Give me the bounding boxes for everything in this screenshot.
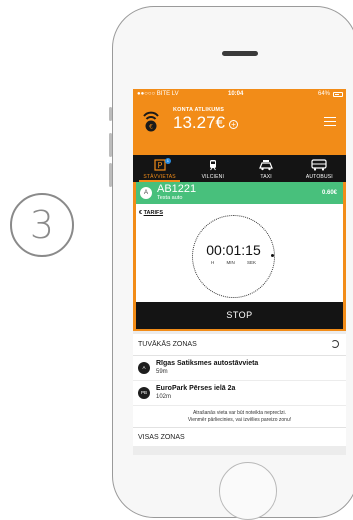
home-button[interactable] <box>219 462 277 520</box>
volume-down-button <box>109 163 112 187</box>
note-line-2: Vienmēr pārliecinies, vai izvēlies parei… <box>187 417 292 423</box>
refresh-icon[interactable] <box>331 340 339 348</box>
clock: 10:04 <box>228 91 244 97</box>
menu-icon[interactable] <box>324 117 336 126</box>
dial-progress-dot <box>271 254 274 257</box>
app-header: ●●○○○ BITE LV 10:04 64% € KONTA ATLIKUMS… <box>133 89 346 155</box>
tab-taxi[interactable]: TAXI <box>240 155 293 182</box>
transport-tabs: P 1 STĀVVIETAS VILCIENI TAXI AUTOBUSI <box>133 155 346 182</box>
nearby-zones-title: TUVĀKĀS ZONAS <box>138 341 197 348</box>
tab-trains-label: VILCIENI <box>201 174 225 180</box>
nearby-zones-header: TUVĀKĀS ZONAS <box>133 334 346 356</box>
battery-icon <box>333 92 343 97</box>
svg-text:€: € <box>149 124 153 131</box>
taxi-icon <box>259 160 274 171</box>
zone-icon: PB <box>138 387 150 399</box>
step-number-circle: 3 <box>10 193 74 257</box>
battery-percent: 64% <box>317 91 330 97</box>
add-funds-icon[interactable]: + <box>229 120 238 129</box>
bus-icon <box>311 159 327 171</box>
zone-distance: 59m <box>156 369 168 375</box>
account-balance: 13.27€ <box>173 113 225 132</box>
mute-switch <box>109 107 112 121</box>
note-line-1: Atrašanās vieta var būt noteikta neprecī… <box>192 410 287 416</box>
unit-seconds: SEK <box>246 260 256 265</box>
active-parking-header[interactable]: A AB1221 Testa auto 0.60€ <box>136 182 343 204</box>
active-parking-card: A AB1221 Testa auto 0.60€ € TARIFS 00:01… <box>133 182 346 331</box>
carrier-label: ●●○○○ BITE LV <box>137 91 179 97</box>
location-accuracy-note: Atrašanās vieta var būt noteikta neprecī… <box>133 406 346 427</box>
nearby-zones: TUVĀKĀS ZONAS A Rīgas Satiksmes autostāv… <box>133 334 346 446</box>
euro-icon: € <box>139 210 143 216</box>
tarifs-link[interactable]: € TARIFS <box>139 210 163 216</box>
parking-icon: P <box>154 159 166 171</box>
step-number: 3 <box>29 203 55 247</box>
zone-name: Rīgas Satiksmes autostāvvieta <box>156 360 259 367</box>
unit-minutes: MIN <box>226 260 235 265</box>
timer-dial: 00:01:15 H MIN SEK <box>192 215 275 298</box>
svg-text:P: P <box>157 161 162 170</box>
train-icon <box>209 160 216 171</box>
app-screen: ●●○○○ BITE LV 10:04 64% € KONTA ATLIKUMS… <box>133 89 346 455</box>
parking-price: 0.60€ <box>321 190 337 196</box>
stop-button[interactable]: STOP <box>136 302 343 329</box>
license-plate: AB1221 <box>157 183 197 195</box>
zone-list-item[interactable]: A Rīgas Satiksmes autostāvvieta 59m <box>133 356 346 381</box>
all-zones-header[interactable]: VISAS ZONAS <box>133 427 346 446</box>
zone-list-item[interactable]: PB EuroPark Pērses ielā 2a 102m <box>133 381 346 406</box>
tab-parking-label: STĀVVIETAS <box>143 174 176 180</box>
unit-hours: H <box>211 260 215 265</box>
tab-buses[interactable]: AUTOBUSI <box>293 155 346 182</box>
zone-name: EuroPark Pērses ielā 2a <box>156 385 236 392</box>
zone-distance: 102m <box>156 394 172 400</box>
car-name: Testa auto <box>157 195 183 201</box>
wallet-signal-icon: € <box>143 111 159 132</box>
parking-timer: 00:01:15 <box>206 242 261 258</box>
tab-trains[interactable]: VILCIENI <box>186 155 239 182</box>
volume-up-button <box>109 133 112 157</box>
phone-speaker <box>222 51 258 56</box>
tab-buses-label: AUTOBUSI <box>305 174 333 180</box>
parking-count-badge: 1 <box>165 158 171 164</box>
zone-icon: A <box>138 362 150 374</box>
timer-units: H MIN SEK <box>205 260 262 265</box>
all-zones-title: VISAS ZONAS <box>138 434 185 441</box>
tab-parking[interactable]: P 1 STĀVVIETAS <box>133 155 186 182</box>
status-bar: ●●○○○ BITE LV 10:04 64% <box>133 91 346 100</box>
tarifs-label: TARIFS <box>143 210 164 216</box>
zone-badge: A <box>140 187 152 199</box>
tab-taxi-label: TAXI <box>260 174 272 180</box>
